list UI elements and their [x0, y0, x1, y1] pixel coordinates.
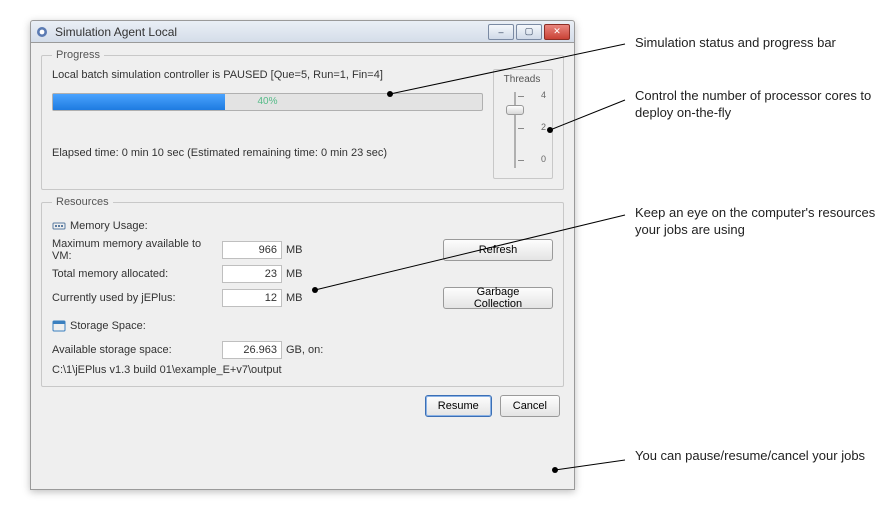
tick-line-0	[518, 160, 524, 161]
progress-legend: Progress	[52, 49, 104, 61]
window-controls: – ▢ ✕	[488, 24, 570, 40]
row-total-alloc: Total memory allocated: 23 MB	[52, 262, 553, 286]
tick-line-4	[518, 96, 524, 97]
row-storage: Available storage space: 26.963 GB, on:	[52, 338, 553, 362]
maximize-button[interactable]: ▢	[516, 24, 542, 40]
annotation-status: Simulation status and progress bar	[635, 35, 836, 52]
elapsed-text: Elapsed time: 0 min 10 sec (Estimated re…	[52, 147, 483, 159]
progress-percent: 40%	[53, 96, 482, 107]
total-alloc-value: 23	[222, 265, 282, 283]
tick-2: 2	[541, 122, 546, 132]
annotation-resources: Keep an eye on the computer's resources …	[635, 205, 885, 239]
storage-header-text: Storage Space:	[70, 320, 146, 332]
status-text: Local batch simulation controller is PAU…	[52, 69, 483, 81]
window-title: Simulation Agent Local	[55, 25, 488, 39]
tick-line-2	[518, 128, 524, 129]
annotation-buttons: You can pause/resume/cancel your jobs	[635, 448, 865, 465]
tick-4: 4	[541, 90, 546, 100]
resources-group: Resources Memory Usage: Maximum memory a…	[41, 196, 564, 387]
progress-bar: 40%	[52, 93, 483, 111]
bottom-buttons: Resume Cancel	[41, 395, 564, 417]
memory-header-text: Memory Usage:	[70, 220, 148, 232]
client-area: Progress Local batch simulation controll…	[31, 43, 574, 489]
output-path: C:\1\jEPlus v1.3 build 01\example_E+v7\o…	[52, 364, 553, 376]
tick-0: 0	[541, 154, 546, 164]
memory-icon	[52, 220, 66, 232]
used-value: 12	[222, 289, 282, 307]
max-vm-value: 966	[222, 241, 282, 259]
resources-legend: Resources	[52, 196, 113, 208]
threads-slider-track	[514, 92, 516, 168]
memory-header: Memory Usage:	[52, 220, 553, 232]
simulation-agent-window: Simulation Agent Local – ▢ ✕ Progress Lo…	[30, 20, 575, 490]
cancel-button[interactable]: Cancel	[500, 395, 560, 417]
refresh-button[interactable]: Refresh	[443, 239, 553, 261]
storage-header: Storage Space:	[52, 320, 553, 332]
java-icon	[35, 25, 49, 39]
garbage-collection-button[interactable]: Garbage Collection	[443, 287, 553, 309]
close-button[interactable]: ✕	[544, 24, 570, 40]
disk-icon	[52, 320, 66, 332]
threads-label: Threads	[498, 74, 546, 85]
row-max-vm: Maximum memory available to VM: 966 MB R…	[52, 238, 553, 262]
annotation-threads: Control the number of processor cores to…	[635, 88, 885, 122]
minimize-button[interactable]: –	[488, 24, 514, 40]
progress-group: Progress Local batch simulation controll…	[41, 49, 564, 190]
resume-button[interactable]: Resume	[425, 395, 492, 417]
titlebar[interactable]: Simulation Agent Local – ▢ ✕	[31, 21, 574, 43]
threads-panel: Threads 4 2 0	[493, 69, 553, 179]
row-used: Currently used by jEPlus: 12 MB Garbage …	[52, 286, 553, 310]
threads-slider-thumb[interactable]	[506, 105, 524, 115]
storage-value: 26.963	[222, 341, 282, 359]
